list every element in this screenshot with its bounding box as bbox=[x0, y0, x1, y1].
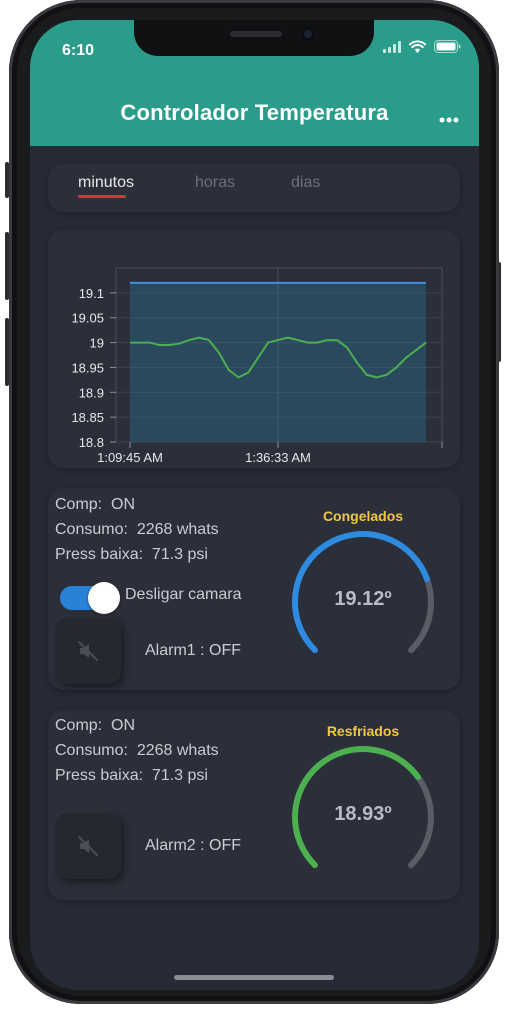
x-tick-label: 1:09:45 AM bbox=[97, 450, 163, 465]
wifi-icon bbox=[409, 40, 426, 53]
page-title: Controlador Temperatura bbox=[120, 100, 389, 125]
alarm1-status: Alarm1 : OFF bbox=[145, 642, 242, 659]
y-tick-label: 19.1 bbox=[79, 286, 104, 301]
status-icons bbox=[383, 40, 461, 53]
gauge-resfriados-track bbox=[408, 774, 434, 869]
active-tab-indicator bbox=[78, 195, 126, 198]
y-tick-label: 18.95 bbox=[71, 360, 104, 375]
front-camera bbox=[304, 30, 312, 38]
gauge-title-congelados: Congelados bbox=[322, 508, 404, 524]
gauge-title-resfriados: Resfriados bbox=[326, 723, 400, 739]
alarm2-status: Alarm2 : OFF bbox=[145, 837, 242, 854]
press-baixa-2: Press baixa: 71.3 psi bbox=[55, 767, 208, 784]
notch bbox=[134, 20, 374, 56]
tab-horas[interactable]: horas bbox=[195, 174, 235, 192]
gauge-congelados-track bbox=[408, 575, 434, 654]
home-indicator bbox=[174, 975, 334, 980]
speaker bbox=[230, 31, 282, 37]
tab-dias[interactable]: dias bbox=[291, 174, 320, 192]
x-tick-label: 1:36:33 AM bbox=[245, 450, 311, 465]
alarm1-mute-button[interactable] bbox=[55, 618, 121, 684]
gauge-value-resfriados: 18.93º bbox=[334, 803, 392, 825]
y-tick-label: 18.8 bbox=[79, 435, 104, 450]
desligar-camara-label: Desligar camara bbox=[125, 586, 242, 603]
app-screen: 6:10 Controlador Temperatura minutos hor… bbox=[30, 20, 479, 990]
consumo-2: Consumo: 2268 whats bbox=[55, 742, 219, 759]
signal-icon bbox=[383, 40, 401, 53]
comp-status-2: Comp: ON bbox=[55, 717, 136, 734]
press-baixa-1: Press baixa: 71.3 psi bbox=[55, 546, 208, 563]
consumo-1: Consumo: 2268 whats bbox=[55, 521, 219, 538]
more-menu-button[interactable] bbox=[439, 108, 459, 127]
y-tick-label: 19.05 bbox=[71, 311, 104, 326]
toggle-thumb bbox=[88, 582, 120, 614]
alarm2-mute-button[interactable] bbox=[55, 813, 121, 879]
status-time: 6:10 bbox=[62, 42, 95, 59]
desligar-camara-toggle[interactable] bbox=[60, 582, 122, 614]
temperature-chart: 19.1 19.05 19 18.95 18.9 18.85 18.81:09:45 AM 1… bbox=[71, 267, 443, 465]
battery-icon bbox=[434, 40, 461, 53]
comp-status-1: Comp: ON bbox=[55, 496, 136, 513]
volume-mute-icon bbox=[78, 641, 98, 661]
series-area bbox=[130, 282, 426, 442]
more-horizontal-icon bbox=[439, 117, 459, 123]
gauge-value-congelados: 19.12º bbox=[334, 588, 392, 610]
tab-minutos[interactable]: minutos bbox=[78, 174, 134, 192]
y-tick-label: 19 bbox=[90, 336, 104, 351]
y-tick-label: 18.9 bbox=[79, 385, 104, 400]
y-tick-label: 18.85 bbox=[71, 410, 104, 425]
volume-mute-icon bbox=[78, 836, 98, 856]
